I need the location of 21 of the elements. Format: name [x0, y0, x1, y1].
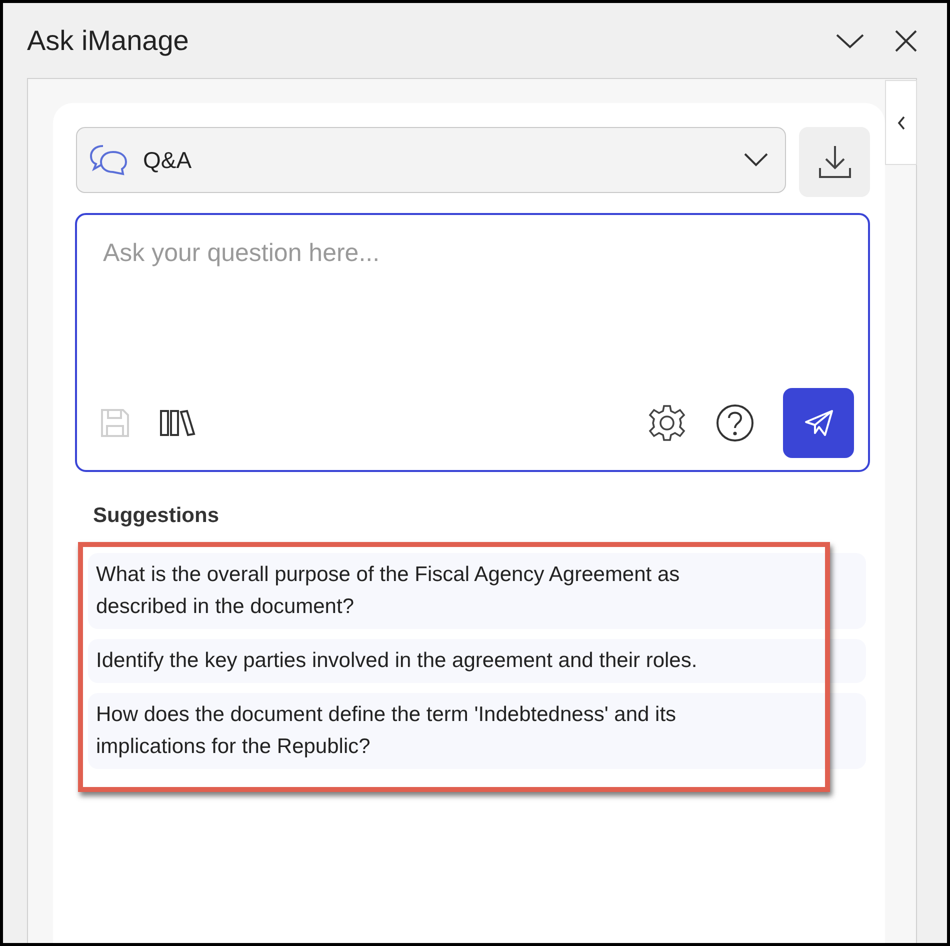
chevron-down-icon[interactable] — [835, 32, 865, 50]
settings-icon[interactable] — [647, 403, 687, 443]
books-icon[interactable] — [159, 409, 197, 437]
suggestions-heading: Suggestions — [93, 504, 220, 528]
suggestion-item[interactable]: Identify the key parties involved in the agreement and their roles. — [88, 639, 866, 683]
caret-icon — [743, 152, 769, 168]
send-icon — [804, 408, 834, 438]
question-field[interactable]: Ask your question here... — [99, 233, 854, 388]
dropdown-value: Q&A — [143, 146, 193, 174]
chevron-left-icon — [896, 116, 906, 130]
download-icon — [818, 144, 852, 180]
download-button[interactable] — [799, 127, 870, 197]
suggestion-item[interactable]: What is the overall purpose of the Fiscal Agency Agreement as described in the document? — [88, 553, 866, 629]
close-icon[interactable] — [895, 30, 917, 52]
send-button[interactable] — [783, 388, 854, 458]
suggestion-item[interactable]: How does the document define the term 'Indebtedness' and its implications for the Republic? — [88, 693, 866, 769]
mode-dropdown[interactable]: Q&A — [76, 127, 786, 193]
help-icon[interactable] — [715, 403, 755, 443]
chat-bubbles-icon — [89, 143, 129, 177]
window-title: Ask iManage — [27, 24, 189, 56]
question-box[interactable]: Ask your question here... — [75, 213, 870, 472]
